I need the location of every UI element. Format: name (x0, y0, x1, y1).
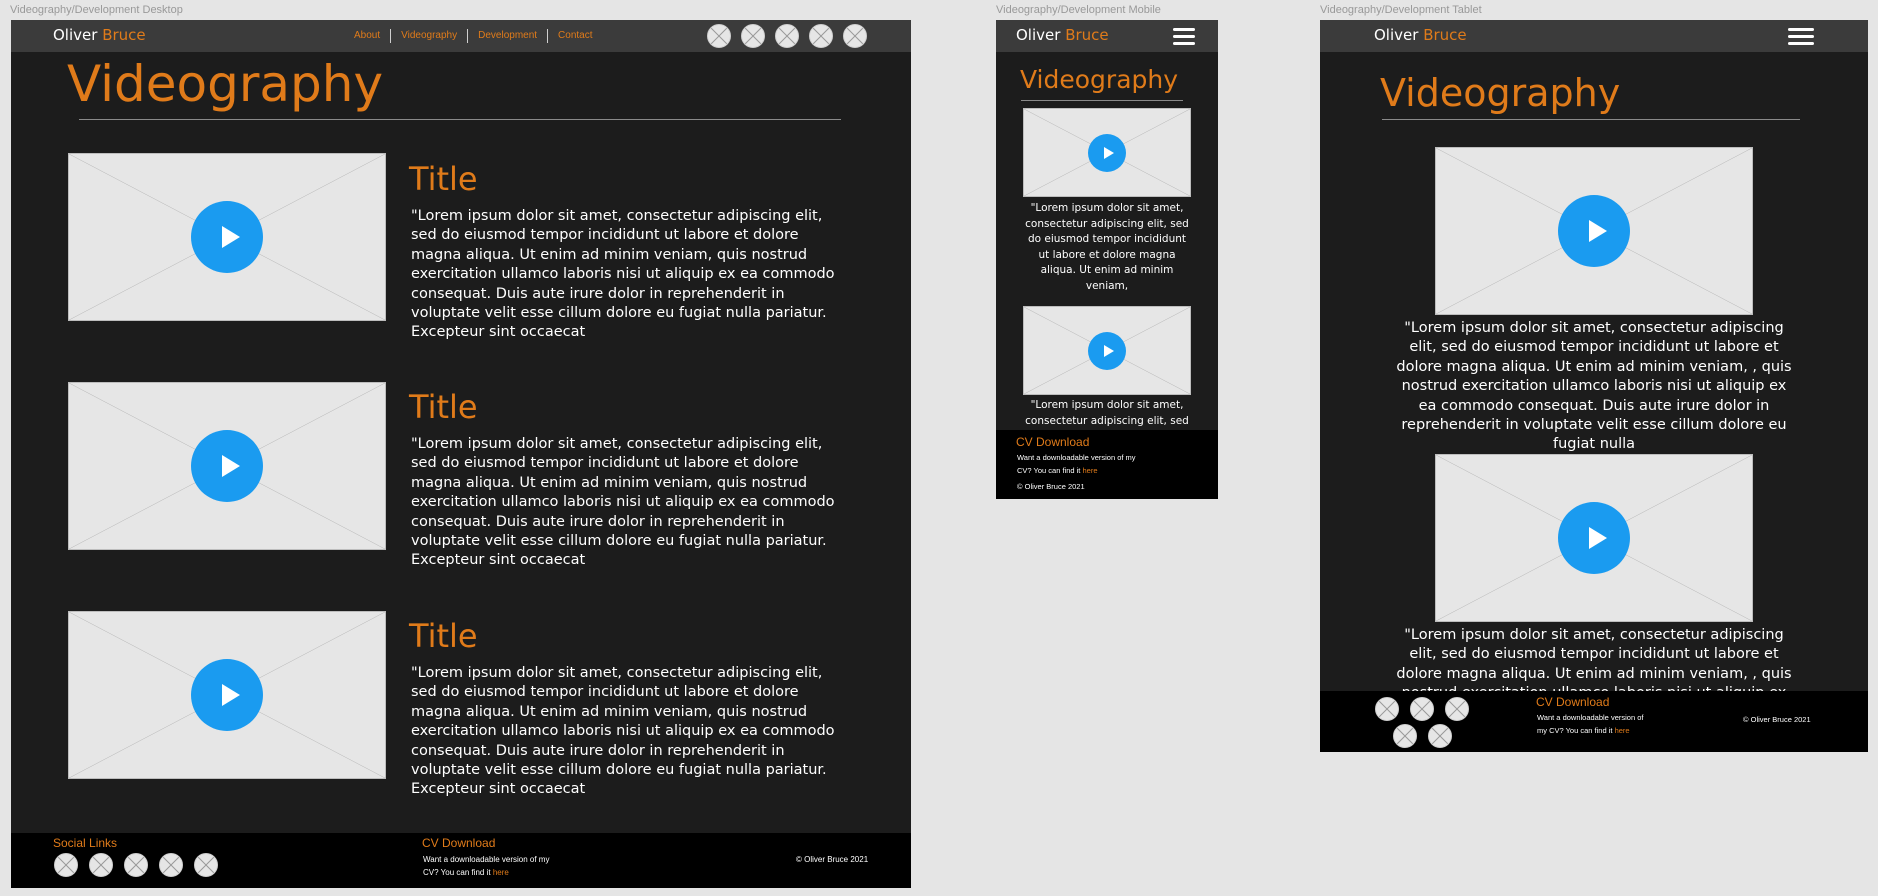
video-description: "Lorem ipsum dolor sit amet, consectetur… (1396, 320, 1792, 453)
brand-first-name: Oliver (1016, 26, 1061, 44)
header-social-icons (707, 24, 867, 48)
cv-download-title: CV Download (422, 836, 496, 850)
video-thumbnail[interactable] (1023, 306, 1191, 395)
footer-social-icons (54, 853, 218, 877)
cv-download-title: CV Download (1536, 695, 1610, 709)
video-description: "Lorem ipsum dolor sit amet, consectetur… (1025, 202, 1189, 292)
video-thumbnail[interactable] (1435, 454, 1753, 622)
brand-logo[interactable]: Oliver Bruce (1016, 26, 1109, 44)
cv-download-description: Want a downloadable version of my CV? Yo… (423, 855, 550, 877)
video-description: "Lorem ipsum dolor sit amet, consectetur… (411, 665, 835, 798)
desktop-frame: Oliver Bruce About Videography Developme… (11, 20, 911, 888)
social-icon[interactable] (194, 853, 218, 877)
play-icon[interactable] (191, 430, 263, 502)
brand-first-name: Oliver (1374, 26, 1419, 44)
social-icon[interactable] (741, 24, 765, 48)
video-thumbnail[interactable] (68, 611, 386, 779)
nav-link-contact[interactable]: Contact (547, 29, 602, 43)
footer-social-icons-row1 (1375, 697, 1469, 721)
play-icon[interactable] (1088, 133, 1126, 172)
social-icon[interactable] (124, 853, 148, 877)
social-icon[interactable] (1375, 697, 1399, 721)
cv-download-link[interactable]: here (493, 868, 509, 877)
play-icon[interactable] (1558, 195, 1630, 267)
brand-last-name: Bruce (1423, 26, 1467, 44)
social-icon[interactable] (843, 24, 867, 48)
social-icon[interactable] (1445, 697, 1469, 721)
desktop-navbar: Oliver Bruce About Videography Developme… (11, 20, 911, 52)
mobile-frame-label: Videography/Development Mobile (996, 4, 1161, 16)
video-thumbnail[interactable] (1023, 108, 1191, 197)
copyright: © Oliver Bruce 2021 (796, 855, 869, 864)
brand-logo[interactable]: Oliver Bruce (53, 26, 146, 44)
tablet-footer: CV Download Want a downloadable version … (1320, 691, 1868, 752)
cv-download-title: CV Download (1016, 435, 1090, 449)
copyright: © Oliver Bruce 2021 (1017, 482, 1085, 491)
hamburger-menu-icon[interactable] (1173, 28, 1195, 45)
heading-divider (79, 119, 841, 120)
video-thumbnail[interactable] (1435, 147, 1753, 315)
mobile-footer: CV Download Want a downloadable version … (996, 430, 1218, 499)
social-icon[interactable] (1428, 724, 1452, 748)
brand-last-name: Bruce (1065, 26, 1109, 44)
page-title: Videography (1380, 71, 1621, 115)
cv-download-link[interactable]: here (1615, 726, 1630, 735)
nav-link-about[interactable]: About (344, 29, 390, 43)
footer-social-icons-row2 (1393, 724, 1452, 748)
brand-first-name: Oliver (53, 26, 98, 44)
desktop-nav-links: About Videography Development Contact (344, 29, 603, 43)
social-icon[interactable] (1393, 724, 1417, 748)
brand-last-name: Bruce (102, 26, 146, 44)
desktop-footer: Social Links CV Download Want a download… (11, 833, 911, 888)
play-icon[interactable] (1088, 331, 1126, 370)
video-thumbnail[interactable] (68, 153, 386, 321)
play-icon[interactable] (191, 201, 263, 273)
mobile-frame: Oliver Bruce Videography "Lorem ipsum do… (996, 20, 1218, 499)
desktop-frame-label: Videography/Development Desktop (10, 4, 183, 16)
cv-download-text: Want a downloadable version of my CV? Yo… (1537, 711, 1645, 737)
video-title: Title (409, 160, 478, 198)
nav-link-videography[interactable]: Videography (390, 29, 467, 43)
heading-divider (1021, 100, 1183, 101)
nav-link-development[interactable]: Development (467, 29, 547, 43)
video-description: "Lorem ipsum dolor sit amet, consectetur… (411, 208, 835, 341)
cv-download-link[interactable]: here (1082, 466, 1097, 475)
social-icon[interactable] (89, 853, 113, 877)
video-title: Title (409, 617, 478, 655)
heading-divider (1382, 119, 1800, 120)
play-icon[interactable] (1558, 502, 1630, 574)
play-icon[interactable] (191, 659, 263, 731)
social-icon[interactable] (707, 24, 731, 48)
copyright: © Oliver Bruce 2021 (1743, 715, 1811, 724)
social-icon[interactable] (54, 853, 78, 877)
brand-logo[interactable]: Oliver Bruce (1374, 26, 1467, 44)
social-icon[interactable] (775, 24, 799, 48)
social-icon[interactable] (809, 24, 833, 48)
cv-download-text: Want a downloadable version of my CV? Yo… (423, 853, 553, 879)
video-description: "Lorem ipsum dolor sit amet, consectetur… (411, 436, 835, 569)
hamburger-menu-icon[interactable] (1788, 28, 1814, 45)
tablet-frame-label: Videography/Development Tablet (1320, 4, 1482, 16)
mobile-navbar: Oliver Bruce (996, 20, 1218, 52)
social-icon[interactable] (1410, 697, 1434, 721)
tablet-frame: Oliver Bruce Videography "Lorem ipsum do… (1320, 20, 1868, 752)
page-title: Videography (1020, 65, 1179, 94)
cv-download-description: Want a downloadable version of my CV? Yo… (1017, 453, 1136, 475)
page-title: Videography (67, 55, 384, 113)
tablet-navbar: Oliver Bruce (1320, 20, 1868, 52)
video-title: Title (409, 388, 478, 426)
social-icon[interactable] (159, 853, 183, 877)
cv-download-text: Want a downloadable version of my CV? Yo… (1017, 451, 1147, 477)
video-thumbnail[interactable] (68, 382, 386, 550)
social-links-title: Social Links (53, 836, 118, 850)
